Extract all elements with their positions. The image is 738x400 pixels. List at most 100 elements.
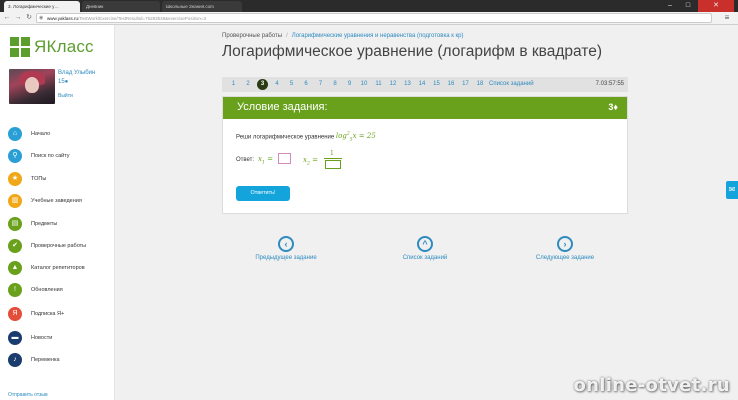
breadcrumb-current[interactable]: Логарифмические уравнения и неравенства … <box>292 33 464 39</box>
sidebar-item-label: ТОПы <box>31 176 47 182</box>
page-number[interactable]: 10 <box>359 79 370 90</box>
x1-label: x1 = <box>258 155 273 165</box>
check-icon: ✔ <box>8 239 22 253</box>
chevron-right-icon: › <box>557 236 573 252</box>
sidebar-item[interactable]: ⚲ Поиск по сайту <box>8 149 70 163</box>
fraction-line <box>324 158 342 159</box>
x2-denominator-input[interactable] <box>325 160 341 169</box>
maximize-icon[interactable]: □ <box>680 0 696 12</box>
sidebar-item-label: Обновления <box>31 287 63 293</box>
task-header: Условие задания: 3♦ <box>223 97 627 119</box>
reload-icon[interactable]: ↻ <box>24 13 34 23</box>
breadcrumb-root[interactable]: Проверочные работы <box>222 33 282 39</box>
watermark: online-otvet.ru <box>573 375 730 396</box>
sidebar-item[interactable]: ▲ Каталог репетиторов <box>8 261 85 275</box>
eq-sup: 2 <box>346 132 350 137</box>
minimize-icon[interactable]: – <box>662 0 678 12</box>
page-number[interactable]: 11 <box>373 79 384 90</box>
sidebar-item-label: Переменка <box>31 357 60 363</box>
x1-answer-input[interactable] <box>278 153 291 164</box>
tab-label: 3. Логарифмические у… <box>8 4 59 9</box>
bell-icon: ♪ <box>8 353 22 367</box>
breadcrumb: Проверочные работы / Логарифмические уравн… <box>222 33 463 39</box>
page-number[interactable]: 8 <box>330 79 341 90</box>
sidebar-item-label: Каталог репетиторов <box>31 265 85 271</box>
url-input[interactable]: ◉ www.yaklass.ru/TestWork/Exercise/TestR… <box>36 13 712 23</box>
subscription-icon: Я <box>8 307 22 321</box>
exercise-pager: 18 17 16 15 14 13 12 11 10 9 8 7 6 5 4 3 2 1 Список задан… <box>222 77 628 92</box>
submit-answer-button[interactable]: Ответить! <box>236 186 290 201</box>
page-number[interactable]: 16 <box>446 79 457 90</box>
page-number[interactable]: 13 <box>402 79 413 90</box>
browser-tab[interactable]: Дневник <box>82 1 160 12</box>
logo-text: ЯКласс <box>34 37 94 56</box>
page-number[interactable]: 6 <box>301 79 312 90</box>
x2-eq: = <box>312 156 318 164</box>
page-number[interactable]: 15 <box>431 79 442 90</box>
timer: 7.03:57:55 <box>595 81 624 87</box>
page-number[interactable]: 4 <box>272 79 283 90</box>
avatar[interactable] <box>9 69 55 104</box>
page-number[interactable]: 7 <box>315 79 326 90</box>
sidebar-item[interactable]: ! Обновления <box>8 283 63 297</box>
sidebar-item[interactable]: ▤ Предметы <box>8 217 57 231</box>
sidebar-item[interactable]: ★ ТОПы <box>8 172 46 186</box>
equation: log25x = 25 <box>336 132 376 143</box>
exercise-list-link[interactable]: Список заданий <box>489 79 534 90</box>
eq-rhs: = 25 <box>358 132 376 141</box>
logout-link[interactable]: Выйти <box>58 93 73 99</box>
sidebar-item-label: Проверочные работы <box>31 243 87 249</box>
exclamation-icon: ! <box>8 283 22 297</box>
answer-label: Ответ: <box>236 157 255 163</box>
x1-sub: 1 <box>261 160 265 166</box>
x2-label: x2 = <box>303 156 318 166</box>
forward-icon[interactable]: → <box>13 13 23 23</box>
x1-eq: = <box>267 155 273 163</box>
next-exercise-link[interactable]: › Следующее задание <box>520 236 610 261</box>
page-number[interactable]: 17 <box>460 79 471 90</box>
sidebar-item-label: Предметы <box>31 221 58 227</box>
sidebar-item[interactable]: ▬ Новости <box>8 331 52 345</box>
home-icon: ⌂ <box>8 127 22 141</box>
prev-exercise-link[interactable]: ‹ Предыдущее задание <box>241 236 331 261</box>
logo-mark-icon <box>10 37 30 57</box>
sidebar-item[interactable]: ✔ Проверочные работы <box>8 239 86 253</box>
task-prompt: Реши логарифмическое уравнение log25x = … <box>236 132 376 143</box>
page-number[interactable]: 9 <box>344 79 355 90</box>
logo[interactable]: ЯКласс <box>10 37 94 57</box>
search-icon: ⚲ <box>8 149 22 163</box>
graduation-cap-icon: ▲ <box>8 261 22 275</box>
sidebar-item[interactable]: ♪ Переменка <box>8 353 60 367</box>
feedback-mail-icon[interactable]: ✉ <box>726 181 738 199</box>
exercise-list-label: Список заданий <box>402 255 448 261</box>
eq-var: x <box>352 132 357 141</box>
url-host: www.yaklass.ru <box>47 16 79 21</box>
browser-tab-bar: 3. Логарифмические у… Дневник Школьные З… <box>0 0 738 12</box>
page-number-current[interactable]: 3 <box>257 79 268 90</box>
close-icon[interactable]: ✕ <box>698 0 734 12</box>
task-prompt-text: Реши логарифмическое уравнение <box>236 134 335 141</box>
user-points: 15● <box>58 79 69 85</box>
feedback-link[interactable]: Отправить отзыв <box>8 392 48 398</box>
exercise-list-nav-link[interactable]: ^ Список заданий <box>380 236 470 261</box>
browser-menu-icon[interactable]: ≡ <box>722 13 732 23</box>
page-number[interactable]: 1 <box>228 79 239 90</box>
user-name-link[interactable]: Влад Улыбин <box>58 69 95 77</box>
sidebar-item[interactable]: ▥ Учебные заведения <box>8 194 82 208</box>
page-number[interactable]: 12 <box>388 79 399 90</box>
back-icon[interactable]: ← <box>2 13 12 23</box>
browser-tab[interactable]: Школьные Знания.com <box>162 1 242 12</box>
sidebar-item[interactable]: ⌂ Начало <box>8 127 50 141</box>
sidebar-item-label: Новости <box>31 335 53 341</box>
page-number[interactable]: 5 <box>286 79 297 90</box>
sidebar-item[interactable]: Я Подписка Я+ <box>8 307 64 321</box>
page-number[interactable]: 14 <box>417 79 428 90</box>
chevron-left-icon: ‹ <box>278 236 294 252</box>
browser-tab-active[interactable]: 3. Логарифмические у… <box>4 1 80 12</box>
page-number[interactable]: 18 <box>475 79 486 90</box>
page-info-icon: ◉ <box>39 15 44 21</box>
sidebar-item-label: Начало <box>31 131 51 137</box>
task-card: Условие задания: 3♦ Реши логарифмическое… <box>222 96 628 214</box>
page-number[interactable]: 2 <box>243 79 254 90</box>
news-icon: ▬ <box>8 331 22 345</box>
